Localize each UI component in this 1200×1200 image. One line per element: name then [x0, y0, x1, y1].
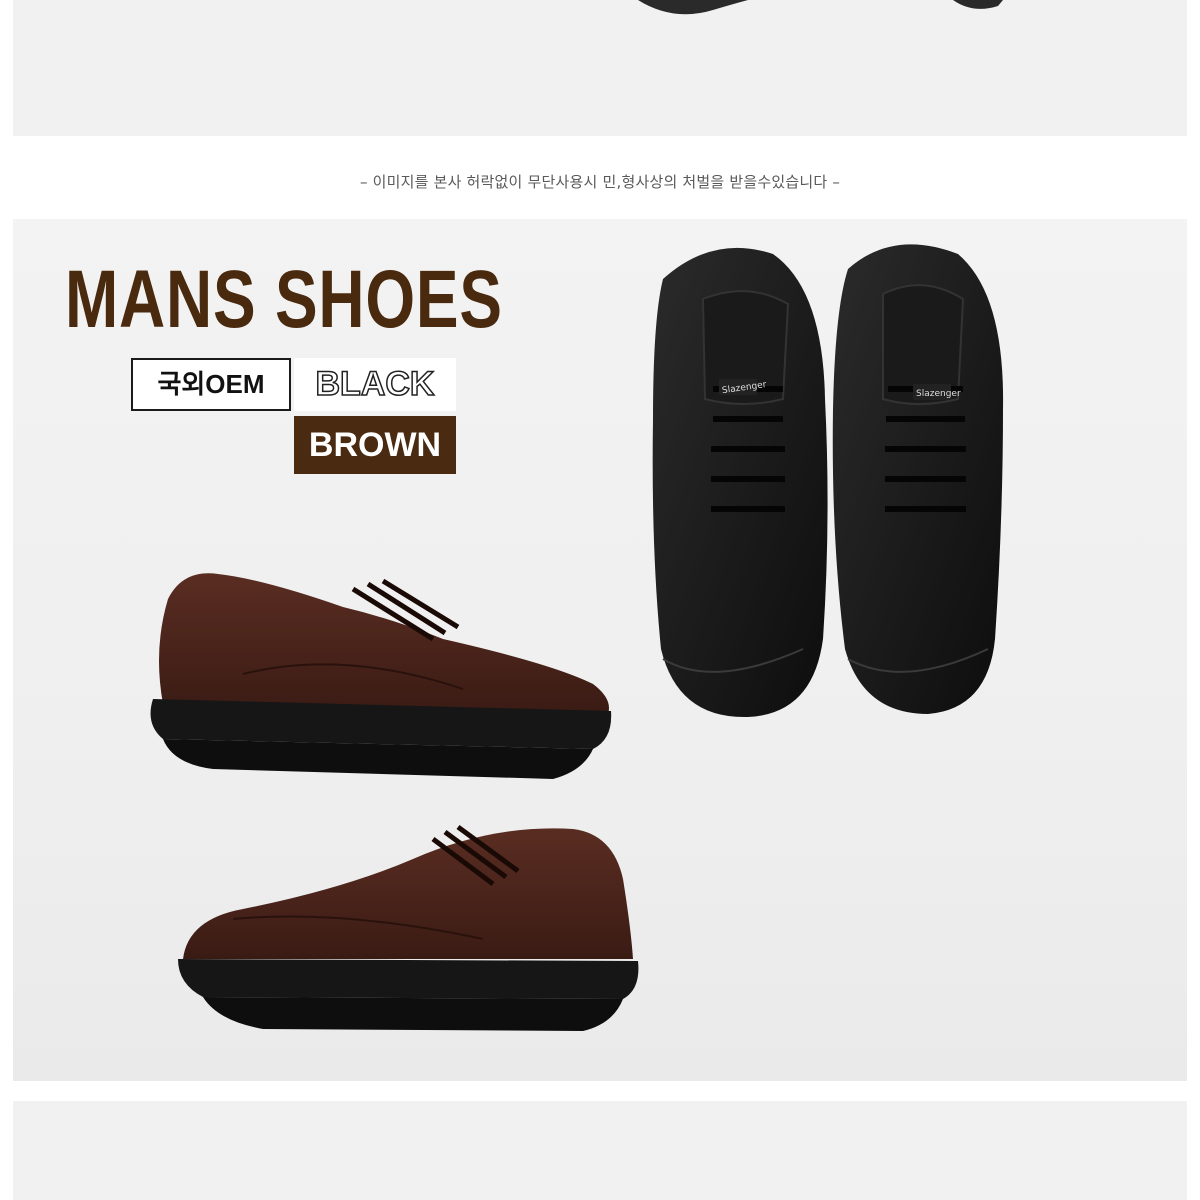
brown-shoe-upper	[150, 573, 612, 779]
shoe-photo-illustration: Slazenger Slazenger	[150, 244, 1004, 1031]
top-shoe-fragment-image	[638, 0, 1003, 15]
main-product-photo: MANS SHOES 국외OEM BLACK BROWN Slazenger S…	[13, 219, 1187, 1081]
copyright-notice: – 이미지를 본사 허락없이 무단사용시 민,형사상의 처벌을 받을수있습니다 …	[359, 173, 841, 191]
brand-logo-right: Slazenger	[916, 389, 961, 399]
brown-shoe-lower	[178, 824, 639, 1031]
top-product-photo	[13, 0, 1187, 136]
black-shoe-left: Slazenger	[652, 247, 828, 718]
black-shoe-right: Slazenger	[832, 244, 1004, 714]
bottom-product-photo	[13, 1101, 1187, 1200]
